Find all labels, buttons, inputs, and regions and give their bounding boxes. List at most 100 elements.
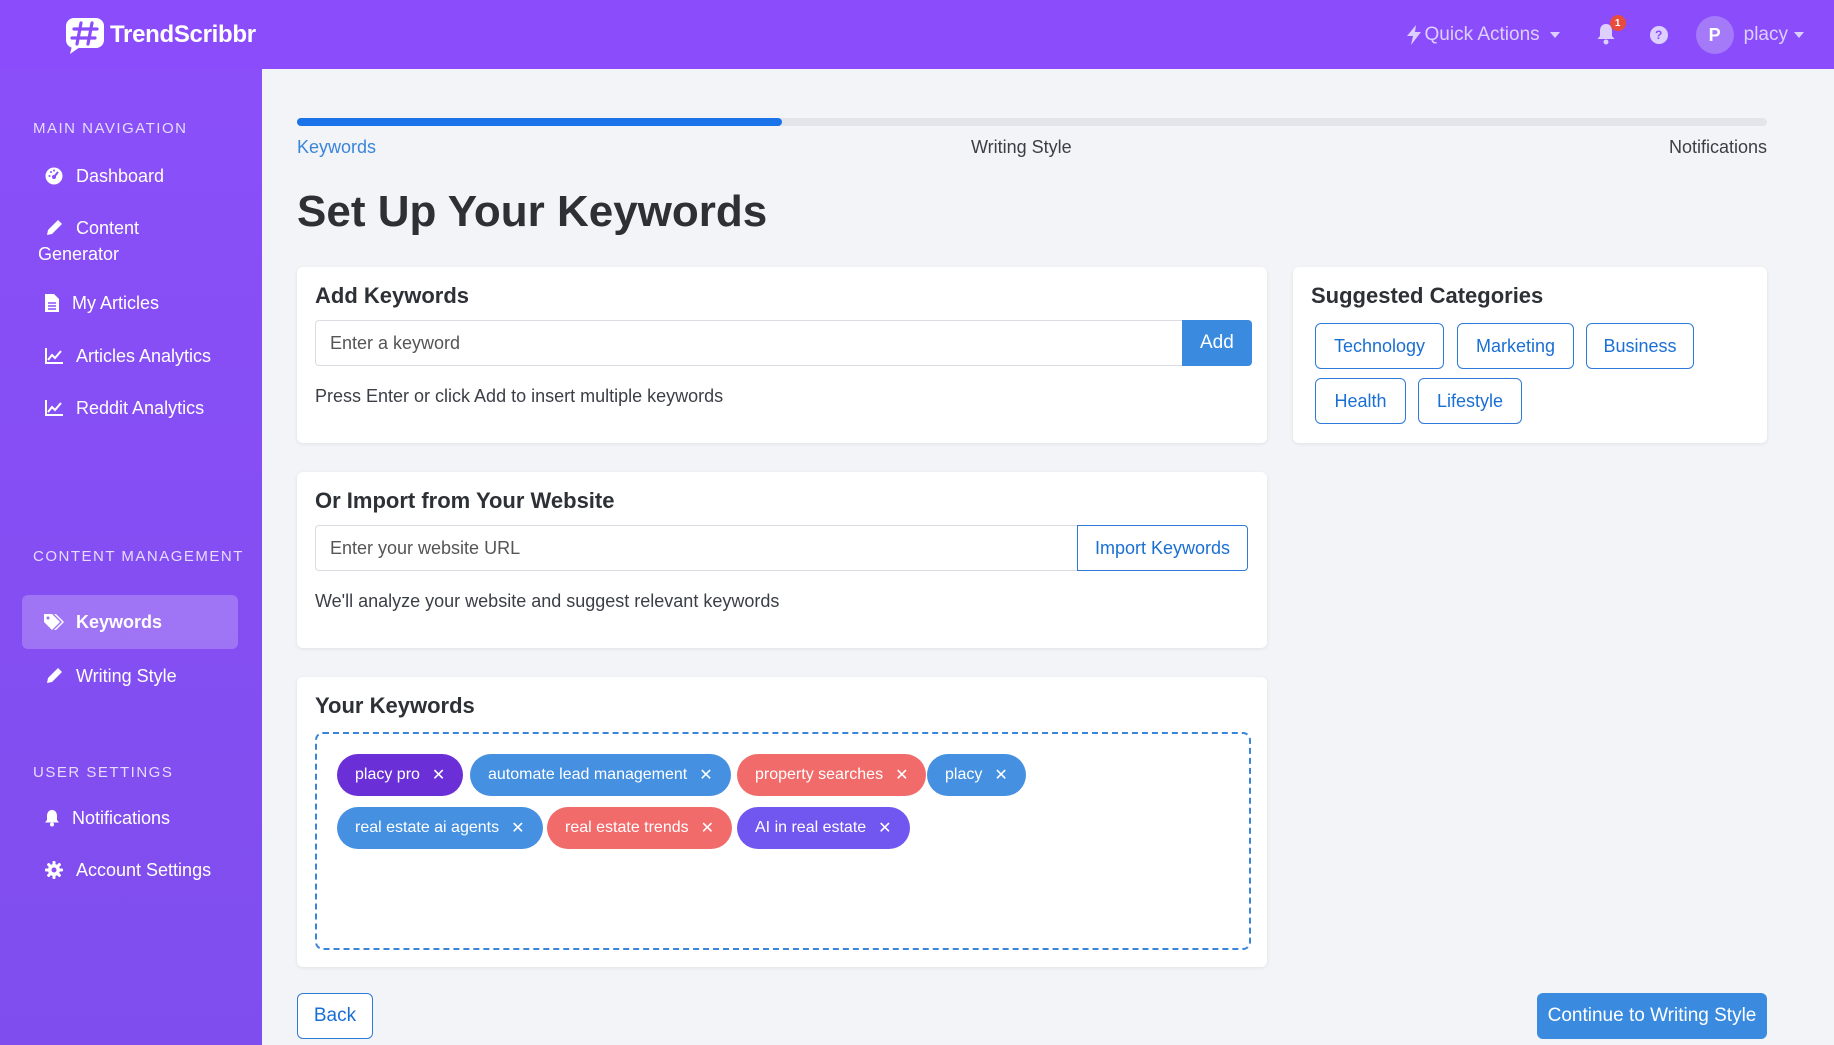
suggested-categories-title: Suggested Categories <box>1311 283 1544 308</box>
setup-progress-bar <box>297 118 1767 126</box>
keyword-chip: property searches ✕ <box>737 754 927 796</box>
add-keyword-button[interactable]: Add <box>1182 320 1252 366</box>
quick-actions-label: Quick Actions <box>1424 24 1540 45</box>
setup-progress-fill <box>297 118 783 126</box>
sidebar-section-main-navigation: MAIN NAVIGATION <box>33 120 188 137</box>
keyword-chip-label: real estate ai agents <box>355 819 500 836</box>
sidebar-item-label: Notifications <box>72 808 171 828</box>
chart-line-icon <box>44 346 64 366</box>
user-menu-dropdown[interactable]: placy <box>1744 24 1804 46</box>
keyword-chip-label: property searches <box>755 766 884 783</box>
keyword-chip: placy pro ✕ <box>337 754 464 796</box>
sidebar-item-label: Articles Analytics <box>76 346 212 366</box>
category-business-button[interactable]: Business <box>1586 323 1694 369</box>
sidebar-item-label: Reddit Analytics <box>76 398 205 418</box>
sidebar-item-notifications[interactable]: Notifications <box>22 791 238 845</box>
remove-keyword-icon[interactable]: ✕ <box>994 765 1007 785</box>
sidebar-item-label-line2: Generator <box>38 244 120 264</box>
sidebar-item-label: Keywords <box>76 612 163 632</box>
keyword-chip-label: placy <box>945 766 983 783</box>
sidebar-item-articles-analytics[interactable]: Articles Analytics <box>22 329 238 383</box>
add-keywords-card: Add Keywords Add Press Enter or click Ad… <box>297 267 1267 443</box>
sidebar-item-my-articles[interactable]: My Articles <box>22 276 238 330</box>
keyword-chip: real estate trends ✕ <box>547 807 733 849</box>
category-marketing-button[interactable]: Marketing <box>1457 323 1574 369</box>
sidebar-item-account-settings[interactable]: Account Settings <box>22 843 238 897</box>
file-icon <box>44 293 60 313</box>
sidebar-section-content-management: CONTENT MANAGEMENT <box>33 548 244 565</box>
step-writing-style[interactable]: Writing Style <box>971 137 1072 158</box>
sidebar-item-writing-style[interactable]: Writing Style <box>22 649 238 703</box>
gear-icon <box>44 860 64 880</box>
keywords-drop-zone[interactable]: placy pro ✕ automate lead management ✕ p… <box>315 732 1251 950</box>
keyword-chip: AI in real estate ✕ <box>737 807 910 849</box>
sidebar-item-keywords[interactable]: Keywords <box>22 595 238 649</box>
top-right-controls: Quick Actions 1 ? P placy <box>1406 14 1804 56</box>
sidebar-item-reddit-analytics[interactable]: Reddit Analytics <box>22 381 238 435</box>
avatar[interactable]: P <box>1695 16 1734 54</box>
sidebar-item-label: Content <box>76 218 140 238</box>
import-keywords-button[interactable]: Import Keywords <box>1077 525 1249 571</box>
import-url-input-group: Import Keywords <box>315 525 1249 571</box>
remove-keyword-icon[interactable]: ✕ <box>895 765 908 785</box>
page-title: Set Up Your Keywords <box>297 187 768 236</box>
suggested-categories-card: Suggested Categories Technology Marketin… <box>1293 267 1767 443</box>
remove-keyword-icon[interactable]: ✕ <box>701 818 714 838</box>
quick-actions-dropdown[interactable]: Quick Actions <box>1406 24 1560 46</box>
keyword-input[interactable] <box>315 320 1182 366</box>
tags-icon <box>44 612 64 632</box>
keyword-chip-label: real estate trends <box>565 819 689 836</box>
keyword-chip-label: AI in real estate <box>755 819 867 836</box>
remove-keyword-icon[interactable]: ✕ <box>432 765 445 785</box>
add-keywords-title: Add Keywords <box>315 283 470 308</box>
your-keywords-title: Your Keywords <box>315 693 475 718</box>
bell-icon <box>44 808 60 828</box>
step-keywords[interactable]: Keywords <box>297 137 376 158</box>
bolt-icon <box>1406 25 1421 45</box>
sidebar-item-label: Account Settings <box>76 860 212 880</box>
keyword-chip: automate lead management ✕ <box>470 754 731 796</box>
back-button[interactable]: Back <box>297 993 373 1039</box>
sidebar: MAIN NAVIGATION Dashboard Content Genera… <box>0 69 262 1045</box>
dashboard-icon <box>44 166 64 186</box>
sidebar-section-user-settings: USER SETTINGS <box>33 764 174 781</box>
keyword-chip-label: automate lead management <box>488 766 688 783</box>
pencil-icon <box>44 666 64 686</box>
sidebar-item-label: Writing Style <box>76 666 177 686</box>
sidebar-item-label: Dashboard <box>76 166 165 186</box>
notification-count-badge: 1 <box>1609 15 1626 31</box>
category-lifestyle-button[interactable]: Lifestyle <box>1418 378 1522 424</box>
category-technology-button[interactable]: Technology <box>1315 323 1444 369</box>
app-logo[interactable]: TrendScribbr <box>64 14 256 56</box>
keyword-chip-label: placy pro <box>355 766 420 783</box>
import-website-card: Or Import from Your Website Import Keywo… <box>297 472 1267 648</box>
help-icon[interactable]: ? <box>1649 26 1668 44</box>
category-health-button[interactable]: Health <box>1315 378 1406 424</box>
keyword-chip: real estate ai agents ✕ <box>337 807 543 849</box>
add-keyword-input-group: Add <box>315 320 1252 366</box>
step-notifications[interactable]: Notifications <box>1669 137 1767 158</box>
import-website-help: We'll analyze your website and suggest r… <box>315 591 780 611</box>
your-keywords-card: Your Keywords placy pro ✕ automate lead … <box>297 677 1267 967</box>
notifications-bell-button[interactable]: 1 <box>1596 15 1626 47</box>
continue-button[interactable]: Continue to Writing Style <box>1537 993 1767 1039</box>
import-website-title: Or Import from Your Website <box>315 488 615 513</box>
hashtag-logo-icon <box>66 18 104 54</box>
chevron-down-icon <box>1549 32 1560 38</box>
sidebar-item-content-generator[interactable]: Content Generator <box>22 201 238 281</box>
user-name: placy <box>1743 24 1788 45</box>
remove-keyword-icon[interactable]: ✕ <box>878 818 891 838</box>
sidebar-item-dashboard[interactable]: Dashboard <box>22 149 238 203</box>
pencil-icon <box>44 218 64 238</box>
sidebar-item-label: My Articles <box>72 293 160 313</box>
add-keywords-help: Press Enter or click Add to insert multi… <box>315 386 724 406</box>
main-content: Keywords Writing Style Notifications Set… <box>262 69 1834 1045</box>
app-name: TrendScribbr <box>110 21 256 48</box>
chevron-down-icon <box>1794 32 1804 38</box>
remove-keyword-icon[interactable]: ✕ <box>699 765 712 785</box>
keyword-chip: placy ✕ <box>927 754 1026 796</box>
remove-keyword-icon[interactable]: ✕ <box>511 818 524 838</box>
top-bar: TrendScribbr Quick Actions 1 ? P placy <box>0 0 1834 69</box>
website-url-input[interactable] <box>315 525 1077 571</box>
chart-line-icon <box>44 398 64 418</box>
